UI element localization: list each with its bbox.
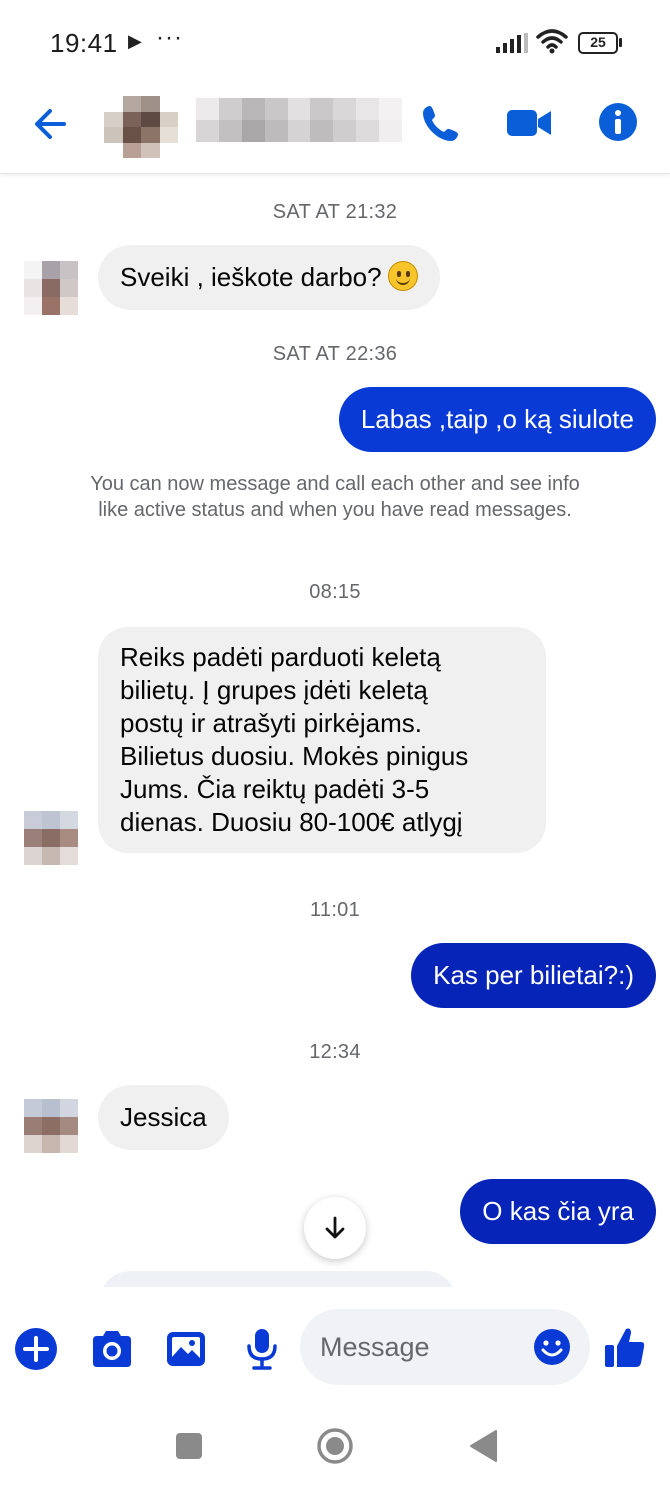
contact-name-blurred[interactable]: [196, 98, 402, 142]
info-icon[interactable]: [598, 102, 638, 142]
timestamp: 08:15: [309, 581, 361, 603]
thumbs-up-icon[interactable]: [604, 1325, 646, 1369]
battery-nub: [619, 38, 622, 47]
sender-avatar[interactable]: [24, 811, 78, 865]
message-line: Reiks padėti parduoti keletą: [120, 642, 441, 672]
incoming-message[interactable]: Sveiki , ieškote darbo?: [98, 245, 440, 310]
recent-apps-icon[interactable]: [176, 1433, 202, 1459]
status-bar: 19:41 ▶ ··· 25: [0, 0, 670, 84]
back-triangle-icon[interactable]: [468, 1429, 498, 1463]
scroll-to-bottom-button[interactable]: [304, 1197, 366, 1259]
signal-icon: [496, 33, 528, 53]
timestamp: SAT AT 22:36: [272, 343, 398, 365]
arrow-down-icon: [325, 1216, 345, 1239]
message-text: Kas per bilietai?:): [433, 960, 634, 990]
timestamp: 11:01: [309, 899, 361, 921]
system-notice: You can now message and call each other …: [90, 473, 580, 521]
wifi-icon: [536, 29, 568, 54]
image-icon[interactable]: [164, 1327, 208, 1371]
camera-icon[interactable]: [90, 1327, 134, 1371]
home-icon[interactable]: [316, 1427, 354, 1465]
status-time: 19:41: [50, 28, 118, 58]
message-thread[interactable]: SAT AT 21:32 Sveiki , ieškote darbo? SAT…: [0, 175, 670, 1287]
contact-avatar[interactable]: [104, 96, 178, 158]
message-line: Jums. Čia reiktų padėti 3-5: [120, 774, 430, 804]
message-text: Jessica: [120, 1102, 207, 1132]
video-camera-icon[interactable]: [506, 106, 552, 140]
battery-indicator: 25: [578, 32, 618, 54]
message-text: Sveiki , ieškote darbo?: [120, 262, 382, 292]
outgoing-message[interactable]: O kas čia yra: [460, 1179, 656, 1244]
message-line: postų ir atrašyti pirkėjams.: [120, 708, 422, 738]
message-composer: [0, 1287, 670, 1397]
more-notifications-icon: ···: [156, 24, 183, 51]
message-text: O kas čia yra: [482, 1196, 634, 1226]
timestamp: 12:34: [309, 1041, 361, 1063]
partial-incoming-message[interactable]: [100, 1271, 456, 1287]
phone-icon[interactable]: [420, 102, 462, 144]
microphone-icon[interactable]: [240, 1327, 284, 1371]
back-arrow-icon[interactable]: [30, 104, 74, 144]
outgoing-message[interactable]: Kas per bilietai?:): [411, 943, 656, 1008]
message-line: dienas. Duosiu 80-100€ atlygį: [120, 807, 463, 837]
outgoing-message[interactable]: Labas ,taip ,o ką siulote: [338, 387, 656, 452]
plus-icon[interactable]: [14, 1327, 58, 1371]
message-line: Bilietus duosiu. Mokės pinigus: [120, 741, 469, 771]
message-line: bilietų. Į grupes įdėti keletą: [120, 675, 428, 705]
emoji-icon[interactable]: [533, 1328, 571, 1366]
smiley-emoji-icon: [387, 261, 418, 291]
conversation-header: [0, 84, 670, 174]
play-icon: ▶: [128, 31, 142, 51]
sender-avatar[interactable]: [24, 261, 78, 315]
incoming-message[interactable]: Jessica: [98, 1085, 229, 1150]
sender-avatar[interactable]: [24, 1099, 78, 1153]
timestamp: SAT AT 21:32: [272, 201, 398, 223]
system-navigation-bar: [0, 1397, 670, 1488]
message-text: Labas ,taip ,o ką siulote: [360, 404, 634, 434]
incoming-message[interactable]: Reiks padėti parduoti keletą bilietų. Į …: [98, 627, 546, 853]
